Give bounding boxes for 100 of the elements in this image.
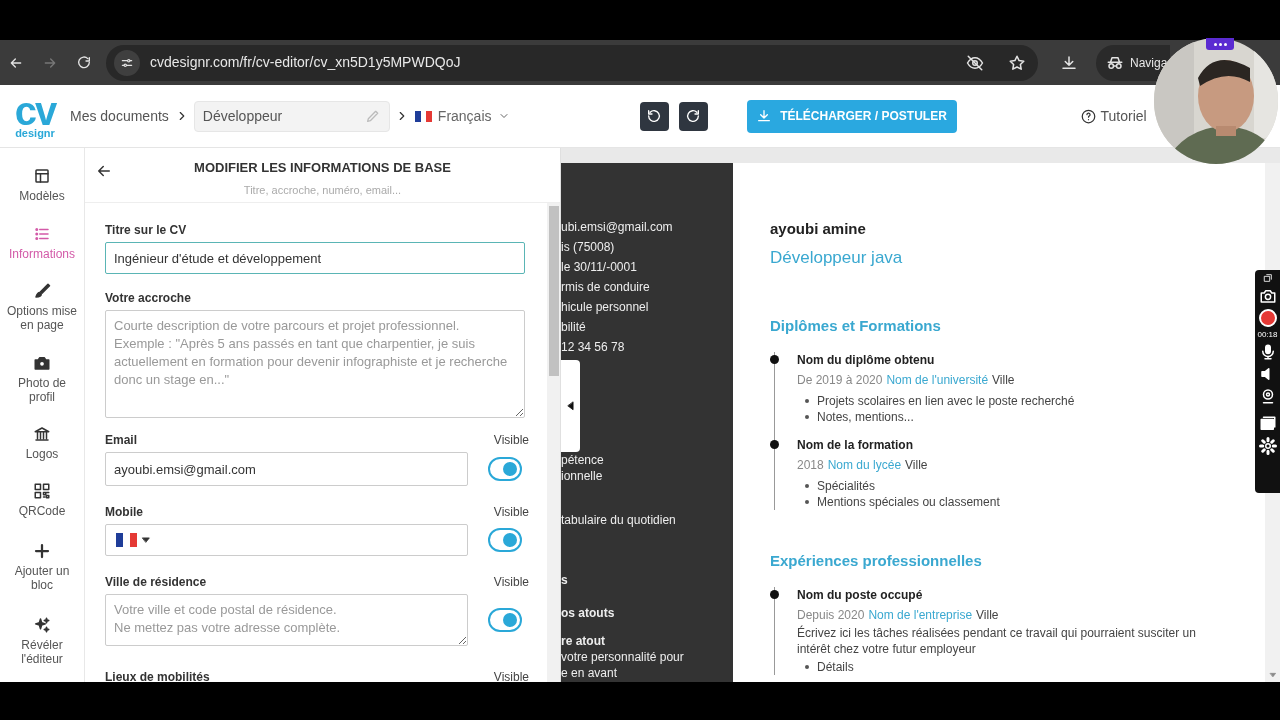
brush-icon: [33, 282, 51, 300]
cv-job-title: Développeur java: [770, 247, 904, 269]
window-icon[interactable]: [1258, 415, 1277, 433]
collapse-panel-button[interactable]: [561, 360, 580, 452]
cv-sidebar-text: rmis de conduire: [561, 279, 651, 296]
redo-icon: [685, 108, 701, 124]
cv-entry-city: Ville: [976, 607, 999, 623]
bullet-icon: [805, 665, 809, 669]
list-icon: [33, 225, 51, 243]
cv-entry-description: Écrivez ici les tâches réalisées pendant ce travail qui pourraient susciter un intérêt chez votre futur employeur: [797, 625, 1197, 657]
cv-entry-place: Nom de l'université: [886, 372, 989, 388]
cv-sidebar-text: hicule personnel: [561, 299, 650, 316]
cv-sidebar-text: is (75008): [561, 239, 616, 256]
phone-field[interactable]: [105, 524, 468, 556]
cv-entry-date: De 2019 à 2020: [797, 372, 883, 388]
redo-button[interactable]: [678, 101, 708, 131]
field-label: Mobile: [105, 505, 143, 519]
cv-sidebar-text: pétence: [561, 452, 605, 468]
visible-label: Visible: [493, 575, 529, 589]
cv-sidebar-text: 12 34 56 78: [561, 339, 626, 356]
text-field[interactable]: ayoubi.emsi@gmail.com: [105, 452, 468, 486]
text-area[interactable]: Votre ville et code postal de résidence. Ne mettez pas votre adresse complète.: [105, 594, 468, 646]
visibility-toggle[interactable]: [488, 528, 522, 552]
visible-label: Visible: [493, 505, 529, 519]
dropdown-triangle-icon: [141, 535, 151, 545]
help-icon: [1080, 108, 1096, 124]
cv-entry-title: Nom du diplôme obtenu: [797, 352, 936, 368]
reload-icon[interactable]: [76, 54, 92, 71]
url-text: cvdesignr.com/fr/cv-editor/cv_xn5D1y5MPWDQoJ: [150, 53, 462, 72]
field-label: Ville de résidence: [105, 575, 207, 589]
cv-entry-title: Nom de la formation: [797, 437, 914, 453]
bullet-icon: [805, 500, 809, 504]
qr-code-icon: [33, 482, 51, 500]
cv-section-title: Expériences professionnelles: [770, 551, 983, 571]
layout-icon: [33, 167, 51, 185]
cv-sidebar-text: bilité: [561, 319, 587, 336]
sidebar-item[interactable]: Modèles: [6, 167, 78, 203]
visibility-toggle[interactable]: [488, 457, 522, 481]
undo-icon: [646, 108, 662, 124]
camera-icon[interactable]: [1258, 287, 1277, 305]
cv-sidebar-text: votre personnalité pour: [561, 649, 685, 665]
star-icon[interactable]: [1008, 53, 1026, 72]
visible-label: Visible: [493, 670, 529, 682]
recording-timer: 00:18: [1257, 331, 1278, 339]
cv-entry-date: 2018: [797, 457, 824, 473]
text-area[interactable]: Courte description de votre parcours et projet professionnel. Exemple : "Après 5 ans passés en tant que charpentier, je suis actuellement en formation pour devenir infographiste et je recherche donc un stage en...": [105, 310, 525, 418]
cv-bullet-text: Mentions spéciales ou classement: [817, 494, 1000, 510]
country-select[interactable]: [116, 533, 151, 547]
address-bar[interactable]: cvdesignr.com/fr/cv-editor/cv_xn5D1y5MPWDQoJ: [106, 44, 1038, 81]
settings-icon[interactable]: [1258, 437, 1277, 455]
cv-entry-city: Ville: [992, 372, 1015, 388]
tutorial-link[interactable]: Tutoriel: [1080, 105, 1147, 127]
field-label: Email: [105, 433, 137, 447]
eye-off-icon[interactable]: [966, 53, 984, 72]
field-label: Lieux de mobilités: [105, 670, 210, 682]
left-triangle-icon: [565, 401, 576, 411]
more-options-icon[interactable]: [1206, 38, 1234, 50]
pencil-icon: [364, 108, 381, 124]
cv-entry-city: Ville: [905, 457, 928, 473]
french-flag-icon: [414, 110, 432, 122]
panel-subtitle: Titre, accroche, numéro, email...: [243, 182, 402, 198]
visible-label: Visible: [493, 433, 529, 447]
sidebar-item[interactable]: Options mise en page: [6, 282, 78, 332]
cv-bullet-text: Spécialités: [817, 478, 876, 494]
cv-entry-date: Depuis 2020: [797, 607, 865, 623]
cv-entry-title: Nom du poste occupé: [797, 587, 924, 603]
field-label: Titre sur le CV: [105, 223, 187, 237]
cv-bullet-text: Détails: [817, 659, 854, 675]
cv-entry-place: Nom de l'entreprise: [868, 607, 973, 623]
cv-sidebar-text: tabulaire du quotidien: [561, 512, 677, 528]
sidebar-item[interactable]: QRCode: [6, 482, 78, 518]
download-icon[interactable]: [1060, 53, 1078, 72]
cv-sidebar-text: ionnelle: [561, 468, 604, 484]
language-select[interactable]: Français: [414, 105, 510, 127]
panel-title: MODIFIER LES INFORMATIONS DE BASE: [194, 159, 451, 177]
cv-name: ayoubi amine: [770, 219, 867, 239]
cv-sidebar-text: le 30/11/-0001: [561, 259, 638, 276]
camera-icon: [33, 354, 51, 372]
cv-sidebar-text: ubi.emsi@gmail.com: [561, 219, 674, 236]
cv-bullet-text: Projets scolaires en lien avec le poste recherché: [817, 393, 1075, 409]
cv-bullet-text: Notes, mentions...: [817, 409, 914, 425]
scrollbar-thumb[interactable]: [548, 206, 559, 376]
bank-icon: [33, 425, 51, 443]
sidebar-item[interactable]: Révéler l'éditeur: [6, 616, 78, 666]
breadcrumb-link[interactable]: Mes documents: [70, 105, 169, 127]
sidebar-item[interactable]: Informations: [6, 225, 78, 261]
cv-sidebar-text: s: [561, 572, 569, 588]
bullet-icon: [805, 399, 809, 403]
sparkles-icon: [33, 616, 51, 634]
sidebar-item[interactable]: Logos: [6, 425, 78, 461]
undo-button[interactable]: [639, 101, 669, 131]
text-field[interactable]: Ingénieur d'étude et développement: [105, 242, 525, 274]
visibility-toggle[interactable]: [488, 608, 522, 632]
cv-sidebar-text: e en avant: [561, 665, 619, 681]
bullet-icon: [805, 484, 809, 488]
sidebar-item[interactable]: Photo de profil: [6, 354, 78, 404]
record-button[interactable]: [1258, 309, 1277, 327]
scroll-down-icon: [1268, 671, 1277, 679]
sidebar-item[interactable]: Ajouter un bloc: [6, 542, 78, 592]
document-name-field[interactable]: Développeur: [193, 100, 390, 132]
